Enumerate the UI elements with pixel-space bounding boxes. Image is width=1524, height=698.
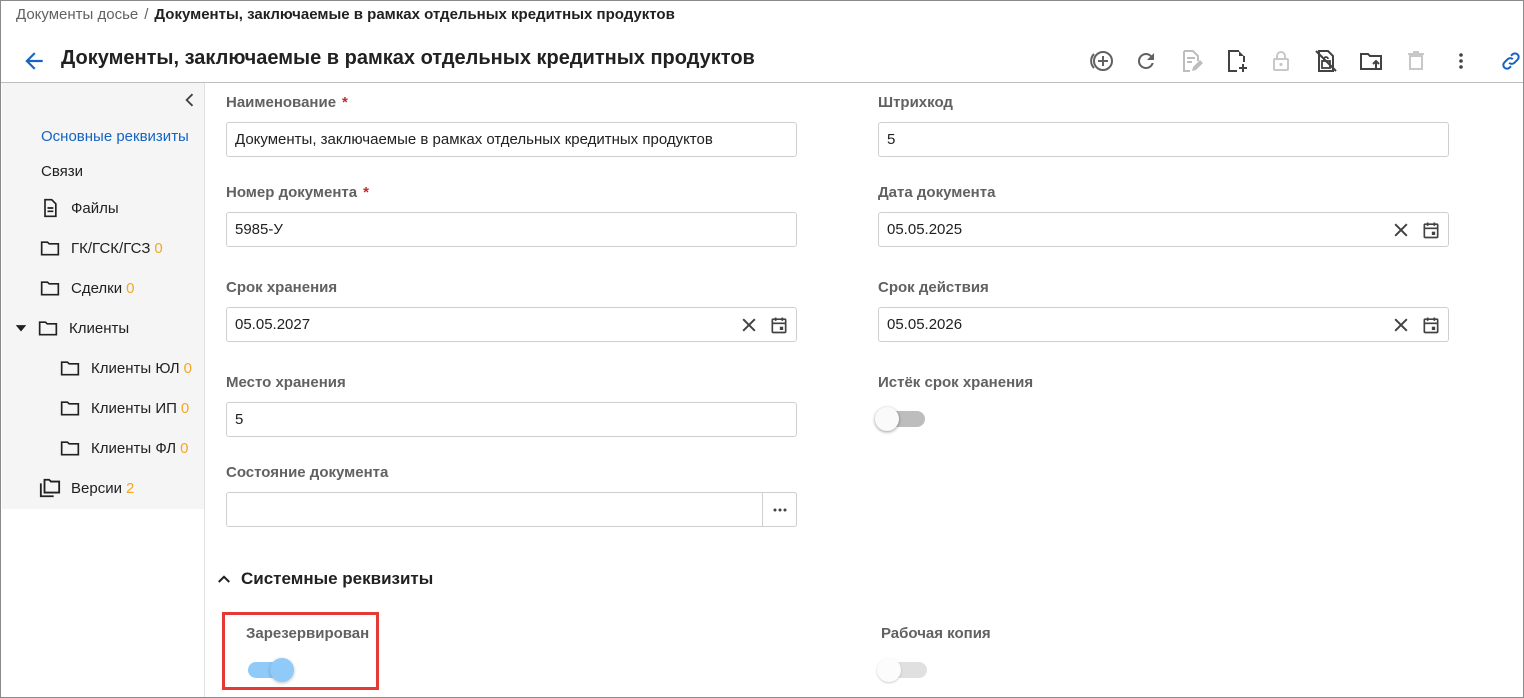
folder-icon [59, 357, 81, 379]
name-value: Документы, заключаемые в рамках отдельны… [235, 131, 713, 148]
sidebar-item-clients-ul[interactable]: Клиенты ЮЛ 0 [59, 356, 192, 380]
doc-number-label: Номер документа * [226, 184, 369, 201]
sidebar-item-links[interactable]: Связи [41, 159, 83, 183]
highlight-frame [222, 612, 379, 690]
sidebar-item-label: Связи [41, 162, 84, 180]
doc-number-value: 5985-У [235, 221, 283, 238]
storage-period-label: Срок хранения [226, 279, 338, 296]
breadcrumb-parent[interactable]: Документы досье [16, 6, 138, 23]
doc-date-value: 05.05.2025 [887, 221, 963, 238]
validity-period-label: Срок действия [878, 279, 989, 296]
sidebar-item-gk[interactable]: ГК/ГСК/ГСЗ 0 [39, 236, 163, 260]
sidebar-empty-area [2, 509, 205, 697]
calendar-icon[interactable] [1418, 312, 1444, 338]
clear-icon[interactable] [736, 312, 762, 338]
storage-expired-label: Истёк срок хранения [878, 374, 1034, 391]
sidebar-item-label: Сделки [71, 279, 123, 297]
expand-arrow-icon[interactable] [13, 320, 29, 336]
sidebar: Основные реквизиты Связи Файлы ГК/ГСК/ГС… [2, 83, 205, 510]
lock-icon[interactable] [1266, 46, 1296, 76]
folder-icon [39, 237, 61, 259]
required-mark: * [363, 184, 369, 201]
sidebar-item-clients-fl[interactable]: Клиенты ФЛ 0 [59, 436, 188, 460]
sidebar-item-label: ГК/ГСК/ГСЗ [71, 239, 151, 257]
sidebar-item-count: 0 [180, 439, 189, 457]
barcode-label: Штрихкод [878, 94, 953, 111]
storage-place-value: 5 [235, 411, 244, 428]
toggle-thumb [875, 407, 899, 431]
name-field[interactable]: Документы, заключаемые в рамках отдельны… [226, 122, 797, 157]
collapse-sidebar-icon[interactable] [180, 90, 200, 110]
storage-expired-toggle[interactable] [875, 405, 931, 433]
storage-place-label: Место хранения [226, 374, 346, 391]
toggle-thumb [877, 658, 901, 682]
doc-number-field[interactable]: 5985-У [226, 212, 797, 247]
sidebar-item-clients-ip[interactable]: Клиенты ИП 0 [59, 396, 189, 420]
validity-period-field[interactable]: 05.05.2026 [878, 307, 1449, 342]
doc-state-field[interactable] [226, 492, 797, 527]
calendar-icon[interactable] [1418, 217, 1444, 243]
sidebar-item-label: Клиенты ФЛ [91, 439, 177, 457]
system-section-header[interactable]: Системные реквизиты [215, 567, 433, 591]
folder-move-icon[interactable] [1356, 46, 1386, 76]
refresh-icon[interactable] [1131, 46, 1161, 76]
sidebar-item-count: 2 [125, 479, 135, 497]
sidebar-item-count: 0 [126, 279, 135, 297]
file-icon [39, 197, 61, 219]
sidebar-item-versions[interactable]: Версии 2 [39, 476, 134, 500]
breadcrumb: Документы досье / Документы, заключаемые в… [16, 6, 675, 23]
barcode-field[interactable]: 5 [878, 122, 1449, 157]
doc-date-label: Дата документа [878, 184, 996, 201]
validity-period-value: 05.05.2026 [887, 316, 963, 333]
sidebar-item-label: Клиенты [69, 319, 130, 337]
name-label: Наименование * [226, 94, 348, 111]
doc-state-label: Состояние документа [226, 464, 389, 481]
back-arrow-icon[interactable] [21, 48, 47, 74]
required-mark: * [342, 94, 348, 111]
versions-icon [39, 477, 61, 499]
app-window: Документы досье / Документы, заключаемые в… [0, 0, 1524, 698]
system-section-title: Системные реквизиты [241, 569, 434, 588]
storage-place-field[interactable]: 5 [226, 402, 797, 437]
calendar-icon[interactable] [766, 312, 792, 338]
sidebar-item-main-details[interactable]: Основные реквизиты [41, 124, 189, 148]
storage-period-field[interactable]: 05.05.2027 [226, 307, 797, 342]
working-copy-toggle[interactable] [877, 656, 933, 684]
sidebar-item-count: 0 [180, 399, 190, 417]
sidebar-item-label: Файлы [71, 199, 119, 217]
edit-document-icon[interactable] [1176, 46, 1206, 76]
sidebar-item-count: 0 [183, 359, 192, 377]
add-document-icon[interactable] [1221, 46, 1251, 76]
chevron-up-icon [215, 570, 233, 588]
sidebar-item-files[interactable]: Файлы [39, 196, 119, 220]
header-divider [1, 82, 1523, 83]
link-icon[interactable] [1496, 46, 1523, 76]
add-circle-icon[interactable] [1086, 46, 1116, 76]
more-vert-icon[interactable] [1446, 46, 1476, 76]
clear-icon[interactable] [1388, 217, 1414, 243]
breadcrumb-current: Документы, заключаемые в рамках отдельны… [154, 6, 675, 23]
sidebar-item-label: Клиенты ЮЛ [91, 359, 180, 377]
folder-icon [59, 437, 81, 459]
sidebar-item-clients[interactable]: Клиенты [13, 316, 129, 340]
sidebar-item-label: Основные реквизиты [41, 127, 189, 145]
working-copy-label: Рабочая копия [881, 625, 991, 642]
sidebar-item-label: Клиенты ИП [91, 399, 177, 417]
breadcrumb-separator: / [144, 6, 149, 23]
more-horiz-icon[interactable] [762, 492, 797, 527]
barcode-value: 5 [887, 131, 896, 148]
delete-icon[interactable] [1401, 46, 1431, 76]
sidebar-item-deals[interactable]: Сделки 0 [39, 276, 134, 300]
folder-icon [37, 317, 59, 339]
unlock-document-icon[interactable] [1311, 46, 1341, 76]
toolbar [1081, 46, 1523, 76]
page-title: Документы, заключаемые в рамках отдельны… [61, 47, 755, 69]
folder-icon [39, 277, 61, 299]
doc-date-field[interactable]: 05.05.2025 [878, 212, 1449, 247]
storage-period-value: 05.05.2027 [235, 316, 311, 333]
folder-icon [59, 397, 81, 419]
clear-icon[interactable] [1388, 312, 1414, 338]
sidebar-item-count: 0 [154, 239, 163, 257]
sidebar-item-label: Версии [71, 479, 122, 497]
